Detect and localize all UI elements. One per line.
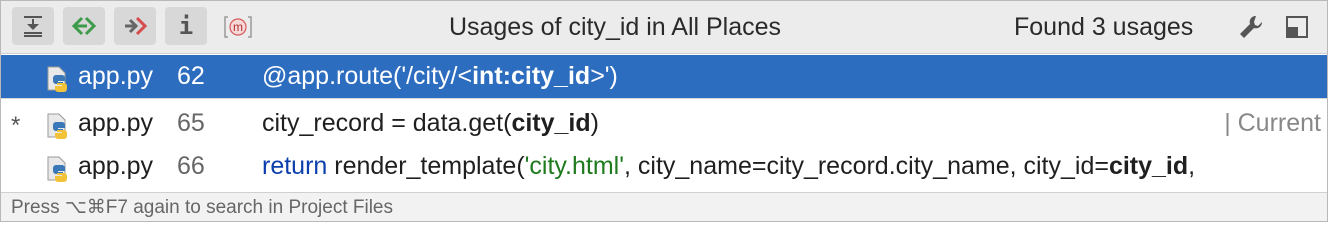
find-usages-panel: i m Usages of city_id in All Places Foun… bbox=[0, 0, 1328, 222]
next-occurrence-button[interactable] bbox=[114, 7, 156, 45]
current-marker: * bbox=[11, 112, 21, 139]
python-file-icon bbox=[45, 63, 71, 106]
settings-button[interactable] bbox=[1237, 13, 1265, 46]
line-number: 62 bbox=[177, 62, 205, 90]
previous-occurrence-icon bbox=[71, 16, 97, 36]
previous-occurrence-button[interactable] bbox=[63, 7, 105, 45]
status-hint: Press ⌥⌘F7 again to search in Project Fi… bbox=[11, 197, 393, 218]
code-preview: return render_template('city.html', city… bbox=[262, 152, 1196, 180]
row-divider bbox=[1, 98, 1327, 99]
expand-all-button[interactable] bbox=[12, 7, 54, 45]
code-preview: @app.route('/city/<int:city_id>') bbox=[262, 62, 618, 90]
panel-title: Usages of city_id in All Places bbox=[448, 13, 782, 41]
info-button[interactable]: i bbox=[165, 7, 207, 45]
member-filter-button[interactable]: m bbox=[223, 15, 253, 39]
restore-layout-button[interactable] bbox=[1285, 15, 1309, 44]
line-number: 65 bbox=[177, 109, 205, 137]
usage-row[interactable]: app.py 62 @app.route('/city/<int:city_id… bbox=[1, 55, 1327, 98]
code-preview: city_record = data.get(city_id) bbox=[262, 109, 599, 137]
file-name: app.py bbox=[78, 152, 154, 180]
file-name: app.py bbox=[78, 62, 154, 90]
restore-icon bbox=[1286, 16, 1308, 38]
member-icon-label: m bbox=[233, 20, 243, 34]
line-number: 66 bbox=[177, 152, 205, 180]
current-label: | Current bbox=[1224, 109, 1321, 137]
usage-count: Found 3 usages bbox=[1014, 13, 1194, 41]
usage-row[interactable]: * app.py 65 city_record = data.get(city_… bbox=[1, 102, 1327, 145]
file-name: app.py bbox=[78, 109, 154, 137]
next-occurrence-icon bbox=[125, 16, 148, 36]
member-icon: m bbox=[224, 16, 252, 38]
toolbar: i m Usages of city_id in All Places Foun… bbox=[1, 1, 1327, 54]
usage-row[interactable]: app.py 66 return render_template('city.h… bbox=[1, 145, 1327, 188]
status-bar: Press ⌥⌘F7 again to search in Project Fi… bbox=[1, 192, 1327, 221]
wrench-icon bbox=[1240, 15, 1263, 38]
expand-all-icon bbox=[24, 16, 42, 37]
python-file-icon bbox=[45, 153, 71, 196]
info-icon: i bbox=[178, 12, 194, 40]
